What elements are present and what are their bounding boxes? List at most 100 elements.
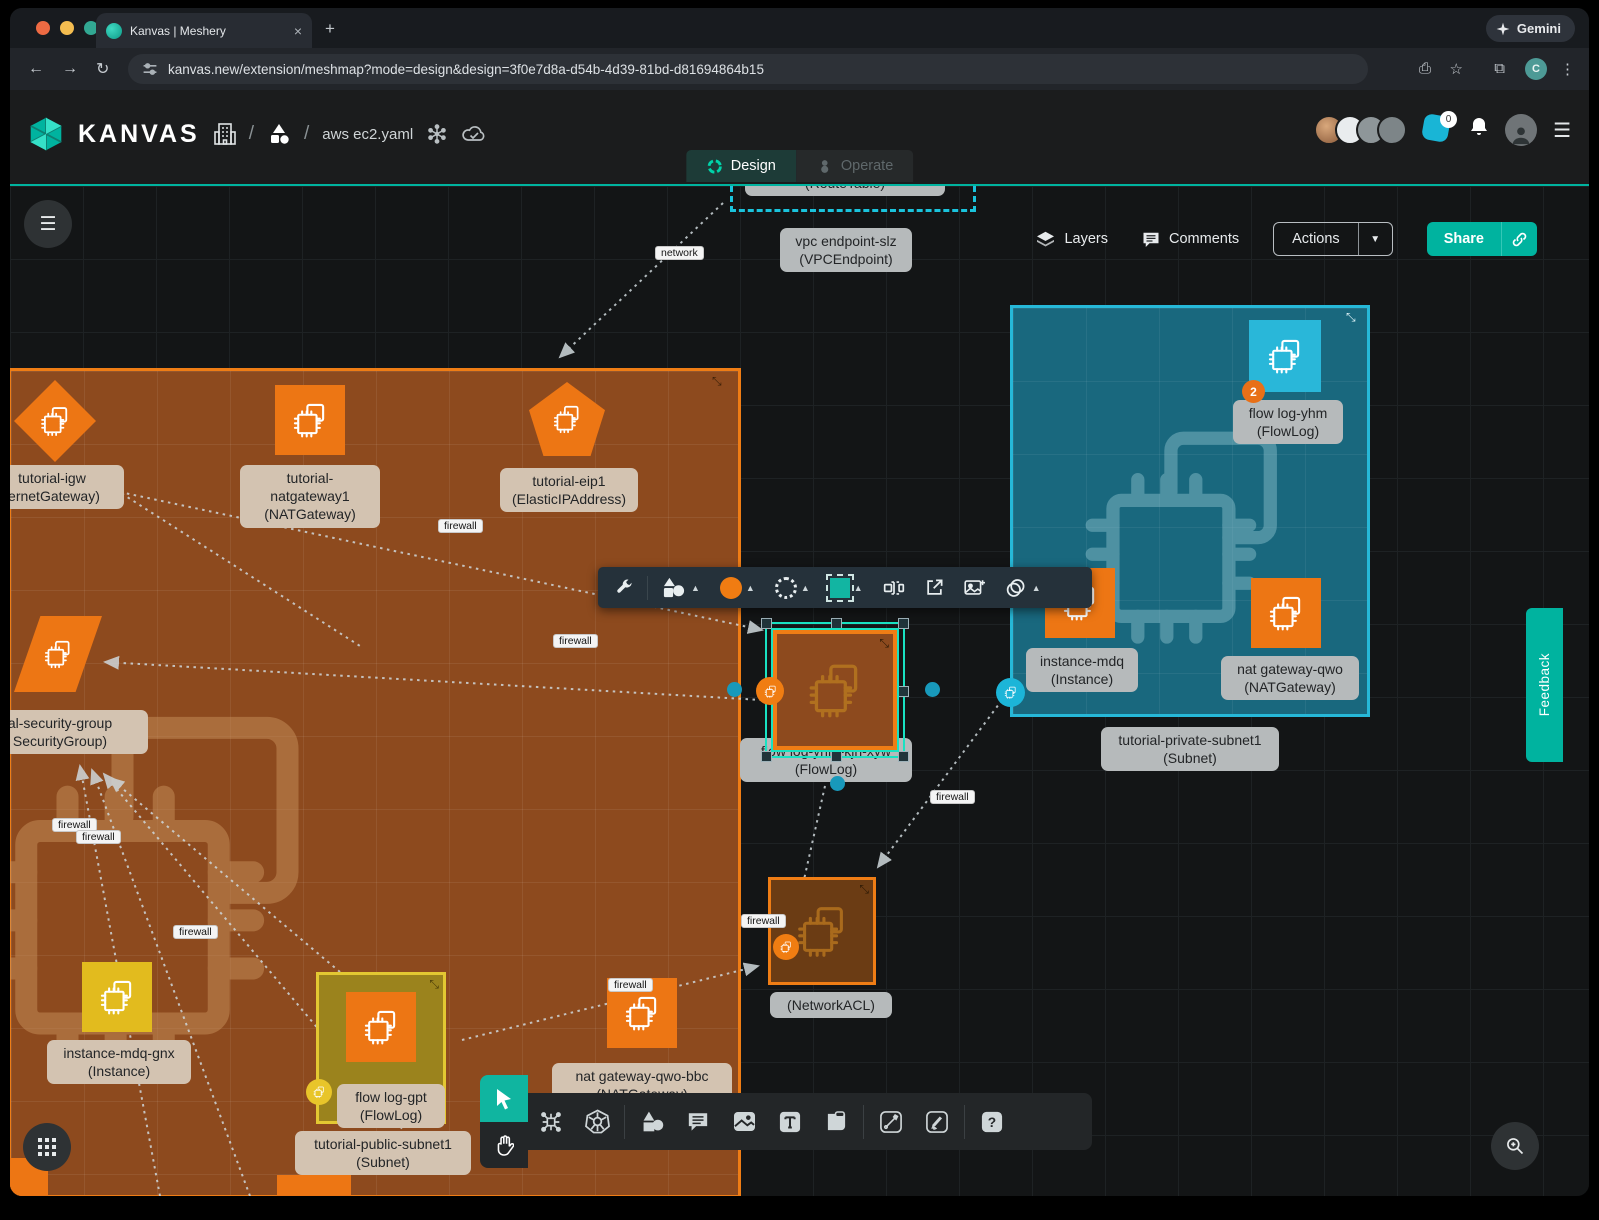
vpc-resize-handle[interactable]: ⤡	[712, 374, 722, 389]
network-acl-badge[interactable]	[773, 934, 799, 960]
shapes-expand-icon[interactable]: ▲	[691, 583, 700, 593]
organization-icon[interactable]	[214, 122, 236, 146]
edge-handle-dot-left[interactable]	[727, 682, 742, 697]
node-label-instance-mdq-gnx[interactable]: instance-mdq-gnx (Instance)	[47, 1040, 191, 1084]
node-label-flow-log-yhm[interactable]: flow log-yhm (FlowLog)	[1233, 400, 1343, 444]
configure-tool-button[interactable]	[608, 578, 641, 597]
select-tool-button[interactable]	[480, 1075, 528, 1122]
edge-handle-dot-bottom[interactable]	[830, 776, 845, 791]
selection-handle-n[interactable]	[831, 618, 842, 629]
collaborator-avatar-4[interactable]	[1377, 115, 1407, 145]
node-label-instance-mdq[interactable]: instance-mdq (Instance)	[1026, 648, 1138, 692]
node-label-network-acl[interactable]: (NetworkACL)	[770, 992, 892, 1018]
border-expand-icon[interactable]: ▲	[801, 583, 810, 593]
selection-handle-sw[interactable]	[761, 751, 772, 762]
selection-handle-se[interactable]	[898, 751, 909, 762]
shapes-tool-button[interactable]: ▲	[654, 577, 707, 599]
address-field[interactable]: kanvas.new/extension/meshmap?mode=design…	[128, 54, 1368, 84]
feedback-tab[interactable]: Feedback	[1526, 608, 1563, 762]
swap-expand-icon[interactable]: ▲	[854, 583, 863, 593]
node-label-vpc-endpoint[interactable]: vpc endpoint-slz (VPCEndpoint)	[780, 228, 912, 272]
flow-log-yhm-count-badge[interactable]: 2	[1242, 380, 1265, 403]
node-label-flow-log-gpt[interactable]: flow log-gpt (FlowLog)	[337, 1084, 445, 1128]
window-minimize-button[interactable]	[60, 21, 74, 35]
shape-swap-button[interactable]: ▲	[823, 578, 870, 598]
add-image-button[interactable]	[957, 578, 992, 597]
node-label-tutorial-public-subnet1[interactable]: tutorial-public-subnet1 (Subnet)	[295, 1131, 471, 1175]
selection-handle-nw[interactable]	[761, 618, 772, 629]
node-label-nat-gateway-qwo[interactable]: nat gateway-qwo (NATGateway)	[1221, 656, 1359, 700]
node-label-tutorial-eip1[interactable]: tutorial-eip1 (ElasticIPAddress)	[500, 468, 638, 512]
designs-icon[interactable]	[267, 122, 291, 146]
app-menu-icon[interactable]: ☰	[1553, 118, 1571, 143]
pan-tool-button[interactable]	[480, 1122, 528, 1168]
selection-handle-ne[interactable]	[898, 618, 909, 629]
component-browser-button[interactable]	[528, 1110, 574, 1134]
open-in-new-button[interactable]	[918, 578, 951, 597]
node-instance-mdq-gnx[interactable]	[82, 962, 152, 1032]
snowflake-icon[interactable]	[426, 123, 448, 145]
design-canvas[interactable]: ⤡ ⤡ ☰	[10, 186, 1589, 1196]
flow-log-gpt-resize-handle[interactable]: ⤡	[429, 977, 439, 992]
tab-operate[interactable]: Operate	[796, 150, 913, 182]
flow-log-resize-handle[interactable]: ⤡	[879, 636, 889, 651]
reload-button[interactable]: ↻	[96, 59, 109, 79]
browser-menu-icon[interactable]: ⋮	[1560, 60, 1575, 78]
node-label-tutorial-igw[interactable]: tutorial-igw ternetGateway)	[10, 465, 124, 509]
node-tutorial-natgateway1[interactable]	[275, 385, 345, 455]
note-dock-button[interactable]	[813, 1111, 859, 1133]
tab-close-icon[interactable]: ×	[294, 23, 302, 39]
border-style-button[interactable]: ▲	[768, 577, 817, 599]
shapes-dock-button[interactable]	[629, 1110, 675, 1133]
layer-group-button[interactable]: ▲	[998, 578, 1048, 598]
dot-grid-toggle-button[interactable]	[23, 1123, 71, 1171]
fill-color-button[interactable]: ▲	[713, 577, 762, 599]
canvas-menu-button[interactable]: ☰	[24, 200, 72, 248]
design-file-name[interactable]: aws ec2.yaml	[322, 126, 413, 143]
node-flow-log-yhm-kjh-xyw[interactable]: ⤡	[773, 630, 897, 750]
window-close-button[interactable]	[36, 21, 50, 35]
node-label-tutorial-private-subnet1[interactable]: tutorial-private-subnet1 (Subnet)	[1101, 727, 1279, 771]
browser-tab[interactable]: Kanvas | Meshery ×	[96, 13, 312, 48]
edge-handle-dot-right[interactable]	[925, 682, 940, 697]
actions-button[interactable]: Actions ▼	[1273, 222, 1393, 256]
actions-dropdown-icon[interactable]: ▼	[1358, 223, 1392, 255]
collaborator-avatars[interactable]	[1314, 115, 1407, 145]
new-tab-button[interactable]: +	[325, 19, 335, 39]
layer-expand-icon[interactable]: ▲	[1032, 583, 1041, 593]
notifications-bell-icon[interactable]	[1469, 116, 1489, 144]
node-nat-gateway-qwo[interactable]	[1251, 578, 1321, 648]
forward-button[interactable]: →	[62, 60, 78, 78]
comments-button[interactable]: Comments	[1142, 231, 1239, 248]
selection-handle-e[interactable]	[898, 686, 909, 697]
zoom-search-button[interactable]	[1491, 1122, 1539, 1170]
copy-link-icon[interactable]	[1501, 222, 1537, 256]
image-dock-button[interactable]	[721, 1111, 767, 1132]
fill-color-swatch[interactable]	[720, 577, 742, 599]
user-profile-avatar[interactable]	[1505, 114, 1537, 146]
share-button[interactable]: Share	[1427, 222, 1537, 256]
gemini-button[interactable]: Gemini	[1486, 15, 1575, 42]
comment-dock-button[interactable]	[675, 1111, 721, 1132]
node-network-acl[interactable]: ⤡	[768, 877, 876, 985]
fill-expand-icon[interactable]: ▲	[746, 583, 755, 593]
selection-handle-s[interactable]	[831, 751, 842, 762]
freehand-tool-button[interactable]	[914, 1111, 960, 1133]
subnet-resize-handle[interactable]: ⤡	[1346, 310, 1356, 325]
line-tool-button[interactable]	[868, 1111, 914, 1133]
subnet-edge-badge[interactable]	[996, 678, 1025, 707]
layers-button[interactable]: Layers	[1036, 231, 1108, 248]
search-tabs-icon[interactable]: ⧉	[1494, 60, 1505, 77]
back-button[interactable]: ←	[28, 60, 44, 78]
flow-log-badge[interactable]	[756, 677, 784, 705]
node-flow-log-gpt[interactable]	[346, 992, 416, 1062]
save-page-icon[interactable]: ⎙	[1419, 60, 1431, 77]
bookmark-star-icon[interactable]: ☆	[1450, 60, 1463, 78]
node-label-security-group[interactable]: al-security-group SecurityGroup)	[10, 710, 148, 754]
node-partial-bottom[interactable]	[277, 1175, 351, 1196]
cloud-sync-icon[interactable]	[461, 123, 487, 145]
node-label-routetable[interactable]: (RouteTable)	[745, 186, 945, 196]
chrome-profile-avatar[interactable]: C	[1525, 58, 1547, 80]
flow-log-gpt-badge[interactable]	[306, 1079, 332, 1105]
kubernetes-tools-button[interactable]	[574, 1109, 620, 1134]
